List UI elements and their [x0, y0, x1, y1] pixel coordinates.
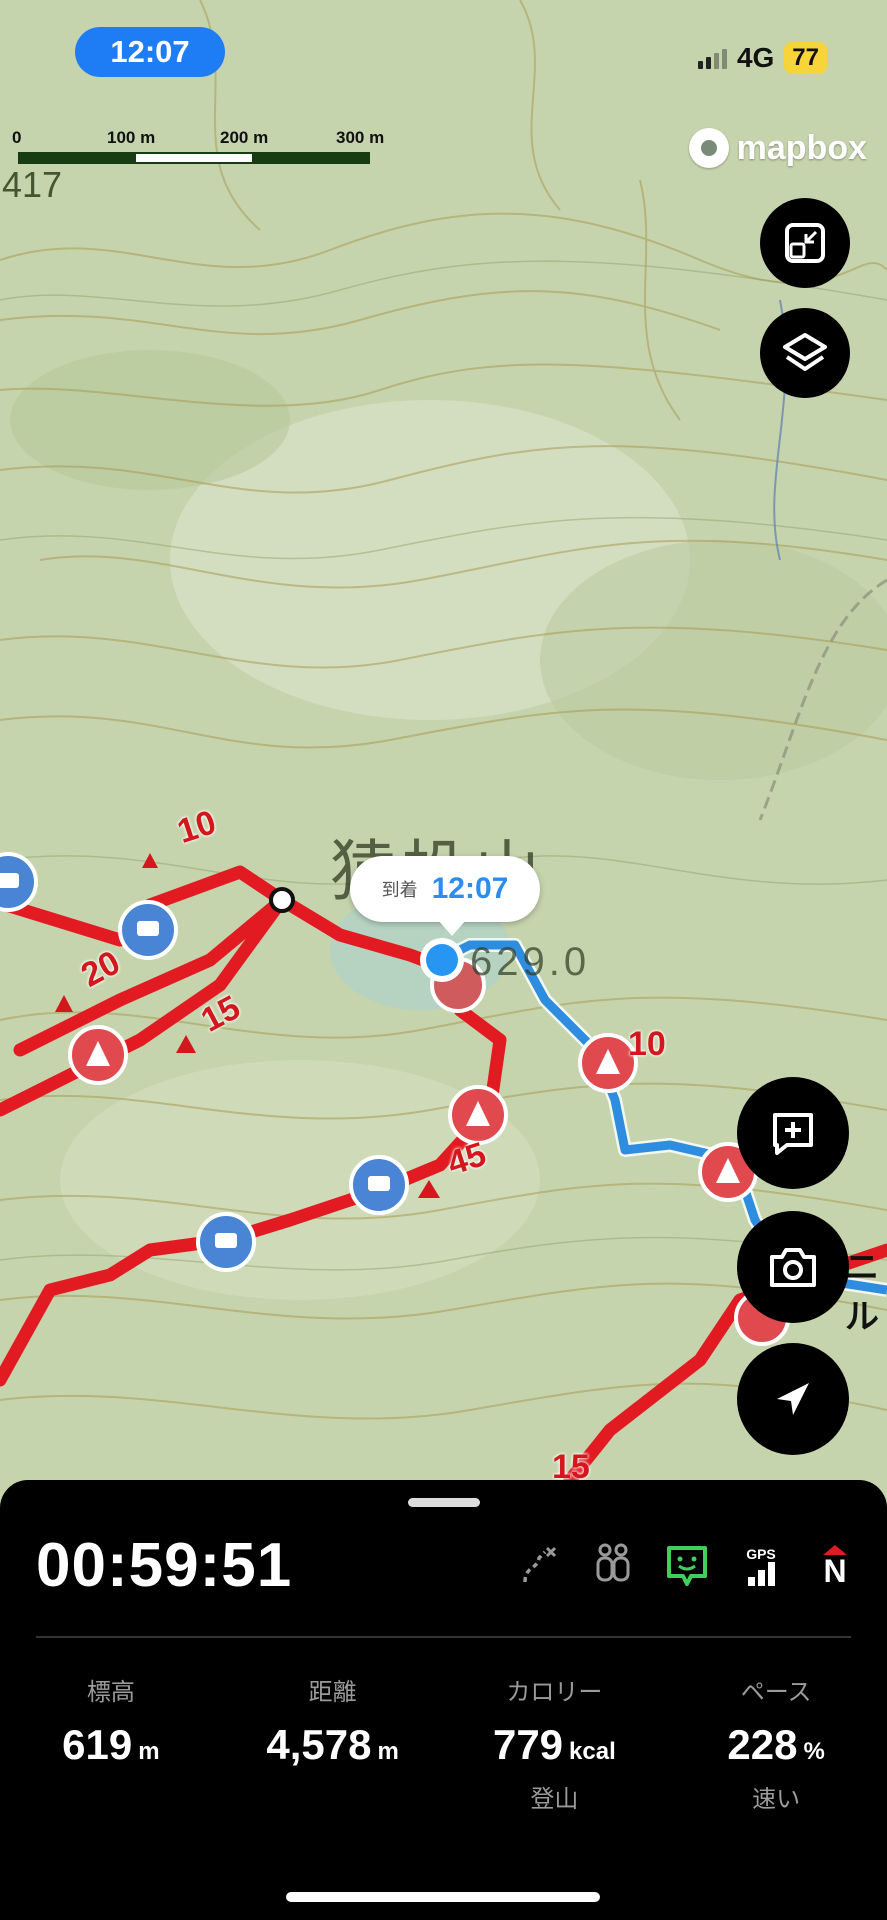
location-arrow-icon: [777, 1383, 809, 1415]
stat-label: カロリー: [506, 1679, 603, 1706]
arrival-prefix: 到着: [381, 880, 418, 900]
expand-icon: [785, 223, 825, 263]
scale-label: 0: [12, 128, 22, 147]
stat-elevation: 標高 619 m: [0, 1672, 222, 1814]
mapbox-text: mapbox: [736, 128, 867, 167]
stat-distance: 距離 4,578 m: [222, 1672, 444, 1814]
activity-panel[interactable]: 00:59:51 GPS N 標高 619 m 距離 4,578 m カロリー …: [0, 1480, 887, 1920]
divider: [36, 1636, 851, 1638]
slope-label: 10: [628, 1025, 666, 1063]
cellular-signal-icon: [697, 47, 727, 69]
stat-calories: カロリー 779 kcal 登山: [444, 1672, 666, 1814]
gps-icon: GPS: [739, 1542, 783, 1590]
peak-elevation-label: 629.0: [470, 940, 591, 984]
stat-label: 標高: [86, 1679, 135, 1706]
stats-row: 標高 619 m 距離 4,578 m カロリー 779 kcal 登山 ペース 22…: [0, 1672, 887, 1814]
scale-bar: [18, 152, 370, 164]
layers-button[interactable]: [760, 308, 850, 398]
camera-icon: [770, 1248, 816, 1287]
scale-label: 100 m: [107, 128, 156, 147]
stat-sub: 速い: [752, 1786, 801, 1813]
route-off-icon[interactable]: [517, 1542, 561, 1590]
stat-value: 779: [492, 1721, 564, 1768]
expand-button[interactable]: [760, 198, 850, 288]
stat-label: 距離: [308, 1679, 357, 1706]
home-indicator[interactable]: [286, 1892, 600, 1902]
stat-pace: ペース 228% 速い: [665, 1672, 887, 1814]
elapsed-timer: 00:59:51: [36, 1531, 293, 1600]
stat-sub: 登山: [530, 1786, 579, 1813]
stat-value: 228: [727, 1721, 798, 1768]
stat-label: ペース: [740, 1679, 812, 1706]
compass-icon[interactable]: N: [813, 1542, 857, 1590]
spot-height-label: 417: [2, 164, 63, 205]
status-indicators: 4G 77: [697, 40, 827, 76]
chat-status-icon[interactable]: [665, 1542, 709, 1590]
locate-button[interactable]: [737, 1343, 849, 1455]
hikers-icon[interactable]: [591, 1542, 635, 1590]
mapbox-logo-icon: [688, 128, 729, 168]
compass-north-label: N: [823, 1553, 847, 1589]
sheet-handle[interactable]: [408, 1498, 480, 1507]
camera-button[interactable]: [737, 1211, 849, 1323]
battery-level: 77: [784, 42, 827, 74]
scale-labels: 0 100 m 200 m 300 m: [12, 128, 412, 152]
network-type: 4G: [736, 42, 775, 73]
place-label: ニル: [845, 1249, 879, 1336]
add-note-icon: [773, 1113, 813, 1155]
arrival-callout[interactable]: 到着 12:07: [350, 856, 540, 936]
mapbox-attribution[interactable]: mapbox: [688, 128, 867, 168]
scale-label: 200 m: [220, 128, 269, 147]
layers-icon: [783, 333, 827, 371]
stat-unit: m: [377, 1738, 399, 1765]
stat-unit: %: [803, 1738, 825, 1765]
scale-label: 300 m: [336, 128, 385, 147]
status-time-pill[interactable]: 12:07: [75, 27, 225, 77]
stat-value: 619: [62, 1721, 133, 1768]
stat-unit: m: [138, 1738, 160, 1765]
gps-label: GPS: [746, 1546, 776, 1562]
add-note-button[interactable]: [737, 1077, 849, 1189]
arrival-time: 12:07: [431, 872, 509, 905]
stat-unit: kcal: [569, 1738, 616, 1765]
status-icons: GPS N: [517, 1542, 857, 1590]
stat-value: 4,578: [266, 1721, 372, 1768]
